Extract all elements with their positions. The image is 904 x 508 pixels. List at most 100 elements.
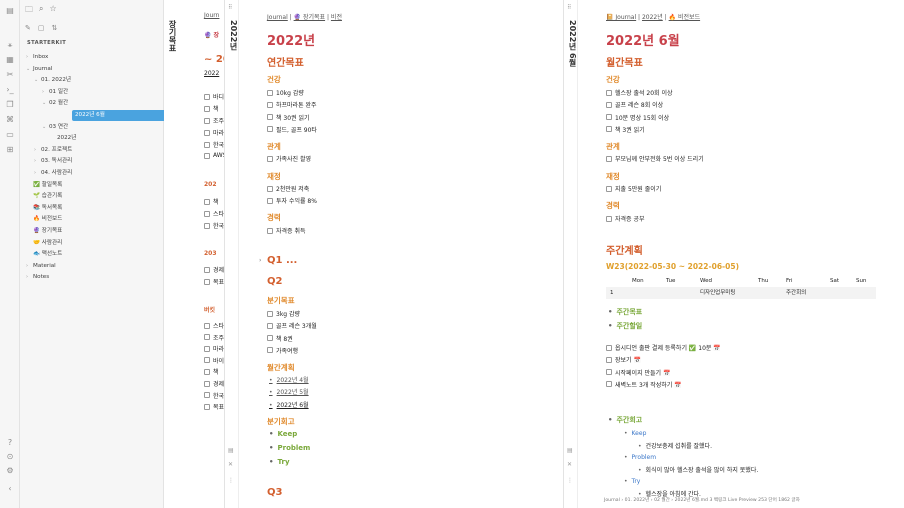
- tree-item[interactable]: ⌄ 02 월간: [42, 98, 68, 109]
- checkbox[interactable]: [606, 185, 612, 192]
- task-item[interactable]: 한국: [204, 391, 224, 400]
- tab-year-2022[interactable]: 2022년: [227, 20, 239, 50]
- checkbox[interactable]: [267, 101, 273, 108]
- table-header-cell[interactable]: Wed: [696, 275, 754, 287]
- template-icon[interactable]: ✂: [5, 70, 15, 79]
- drag-handle-icon[interactable]: ⠿: [228, 4, 232, 11]
- journal-link[interactable]: Journal: [267, 14, 288, 21]
- table-header-cell[interactable]: Sat: [826, 275, 852, 287]
- drag-handle-icon[interactable]: ⠿: [567, 4, 571, 11]
- task-item[interactable]: 하프마라톤 완주: [267, 100, 317, 109]
- close-icon[interactable]: ✕: [567, 461, 572, 468]
- tree-item[interactable]: 2022년: [50, 133, 76, 144]
- tree-item[interactable]: 🔥 비전보드: [26, 214, 62, 225]
- tree-item[interactable]: › Notes: [26, 272, 49, 283]
- task-item[interactable]: 투자 수익률 8%: [267, 196, 317, 205]
- task-item[interactable]: 마라: [204, 344, 224, 353]
- vision-link[interactable]: 비전: [331, 14, 342, 21]
- checkbox[interactable]: [267, 335, 273, 342]
- task-item[interactable]: 10kg 감량: [267, 88, 304, 97]
- checkbox[interactable]: [204, 152, 210, 159]
- task-item[interactable]: 헬스장 출석 20회 이상: [606, 88, 673, 97]
- review-item[interactable]: • Keep: [269, 430, 297, 438]
- table-header-cell[interactable]: Mon: [628, 275, 662, 287]
- command-icon[interactable]: ⌘: [5, 115, 15, 124]
- task-item[interactable]: 조주: [204, 116, 224, 125]
- weekly-goal-item[interactable]: • 주간목표: [608, 307, 642, 317]
- task-item[interactable]: 부모님께 안부전화 5번 이상 드리기: [606, 154, 704, 163]
- vision-link[interactable]: 🔥 비전보드: [669, 14, 700, 21]
- month-link[interactable]: • 2022년 5월: [269, 387, 309, 396]
- checkbox[interactable]: [204, 380, 210, 387]
- checkbox[interactable]: [204, 129, 210, 136]
- star-icon[interactable]: ☆: [49, 4, 56, 14]
- settings-icon[interactable]: ⚙: [5, 466, 15, 475]
- task-item[interactable]: 가족여행: [267, 346, 298, 355]
- table-header-cell[interactable]: Thu: [754, 275, 782, 287]
- sort-icon[interactable]: ⇅: [52, 24, 58, 32]
- checkbox[interactable]: [267, 347, 273, 354]
- task-item[interactable]: 바디: [204, 92, 224, 101]
- tree-item[interactable]: › Inbox: [26, 52, 48, 63]
- year-link[interactable]: 2022: [204, 70, 219, 77]
- long-term-goal-link[interactable]: 🔮 장기목표: [294, 14, 325, 21]
- task-item[interactable]: 경제: [204, 379, 224, 388]
- task-item[interactable]: 목표: [204, 402, 224, 411]
- task-item[interactable]: 3kg 감량: [267, 309, 300, 318]
- task-item[interactable]: 마라: [204, 128, 224, 137]
- search-icon[interactable]: ⌕: [39, 4, 43, 14]
- checkbox[interactable]: [606, 114, 612, 121]
- checkbox[interactable]: [606, 381, 612, 388]
- tab-long-term-goal[interactable]: 장기목표: [166, 20, 178, 52]
- table-header-cell[interactable]: Sun: [852, 275, 876, 287]
- checkbox[interactable]: [267, 89, 273, 96]
- checkbox[interactable]: [204, 105, 210, 112]
- task-item[interactable]: 책: [204, 197, 219, 206]
- task-item[interactable]: 책 3권 읽기: [606, 125, 645, 134]
- checkbox[interactable]: [204, 357, 210, 364]
- more-icon[interactable]: ⋮: [228, 477, 234, 484]
- task-item[interactable]: 골프 레슨 8회 이상: [606, 100, 663, 109]
- checkbox[interactable]: [606, 215, 612, 222]
- journal-link[interactable]: 📔 Journal: [606, 14, 636, 21]
- checkbox[interactable]: [267, 126, 273, 133]
- task-item[interactable]: 골프 레슨 3개월: [267, 321, 317, 330]
- tab-month-june[interactable]: 2022년 6월: [566, 20, 578, 67]
- checkbox[interactable]: [267, 197, 273, 204]
- tree-item[interactable]: 🤝 사람관리: [26, 238, 62, 249]
- checkbox[interactable]: [204, 141, 210, 148]
- checkbox[interactable]: [204, 278, 210, 285]
- checkbox[interactable]: [204, 222, 210, 229]
- checkbox[interactable]: [204, 403, 210, 410]
- tree-item[interactable]: 📚 독서목록: [26, 203, 62, 214]
- breadcrumb[interactable]: Journ: [204, 12, 219, 19]
- checkbox[interactable]: [204, 210, 210, 217]
- checkbox[interactable]: [204, 117, 210, 124]
- table-cell[interactable]: 주간회의: [782, 287, 826, 299]
- new-folder-icon[interactable]: ▢: [38, 24, 45, 32]
- sidebar-toggle-icon[interactable]: ▤: [5, 6, 15, 15]
- weekly-todo-item[interactable]: • 주간할일: [608, 321, 642, 331]
- year-link[interactable]: 2022년: [642, 14, 663, 21]
- problem-item[interactable]: • Problem: [624, 454, 656, 461]
- checkbox[interactable]: [267, 155, 273, 162]
- tree-item[interactable]: › Material: [26, 261, 56, 272]
- task-item[interactable]: 조주: [204, 333, 224, 342]
- task-item[interactable]: 한국: [204, 140, 224, 149]
- task-item[interactable]: 목표: [204, 277, 224, 286]
- task-item[interactable]: 옵시디언 출판 결제 등록하기 ✅ 10분 📅: [606, 343, 721, 352]
- checkbox[interactable]: [204, 266, 210, 273]
- slides-icon[interactable]: ▭: [5, 130, 15, 139]
- task-item[interactable]: 책 30권 읽기: [267, 113, 310, 122]
- task-item[interactable]: 바이: [204, 356, 224, 365]
- table-header-cell[interactable]: Tue: [662, 275, 696, 287]
- checkbox[interactable]: [267, 310, 273, 317]
- checkbox[interactable]: [267, 322, 273, 329]
- tree-item[interactable]: ✅ 할일목록: [26, 180, 62, 191]
- table-cell[interactable]: [754, 287, 782, 299]
- checkbox[interactable]: [204, 198, 210, 205]
- review-item[interactable]: • Problem: [269, 444, 310, 452]
- tree-item[interactable]: ⌄ 03 연간: [42, 122, 68, 133]
- tree-item[interactable]: 🌱 습관기록: [26, 191, 62, 202]
- review-item[interactable]: • Try: [269, 458, 290, 466]
